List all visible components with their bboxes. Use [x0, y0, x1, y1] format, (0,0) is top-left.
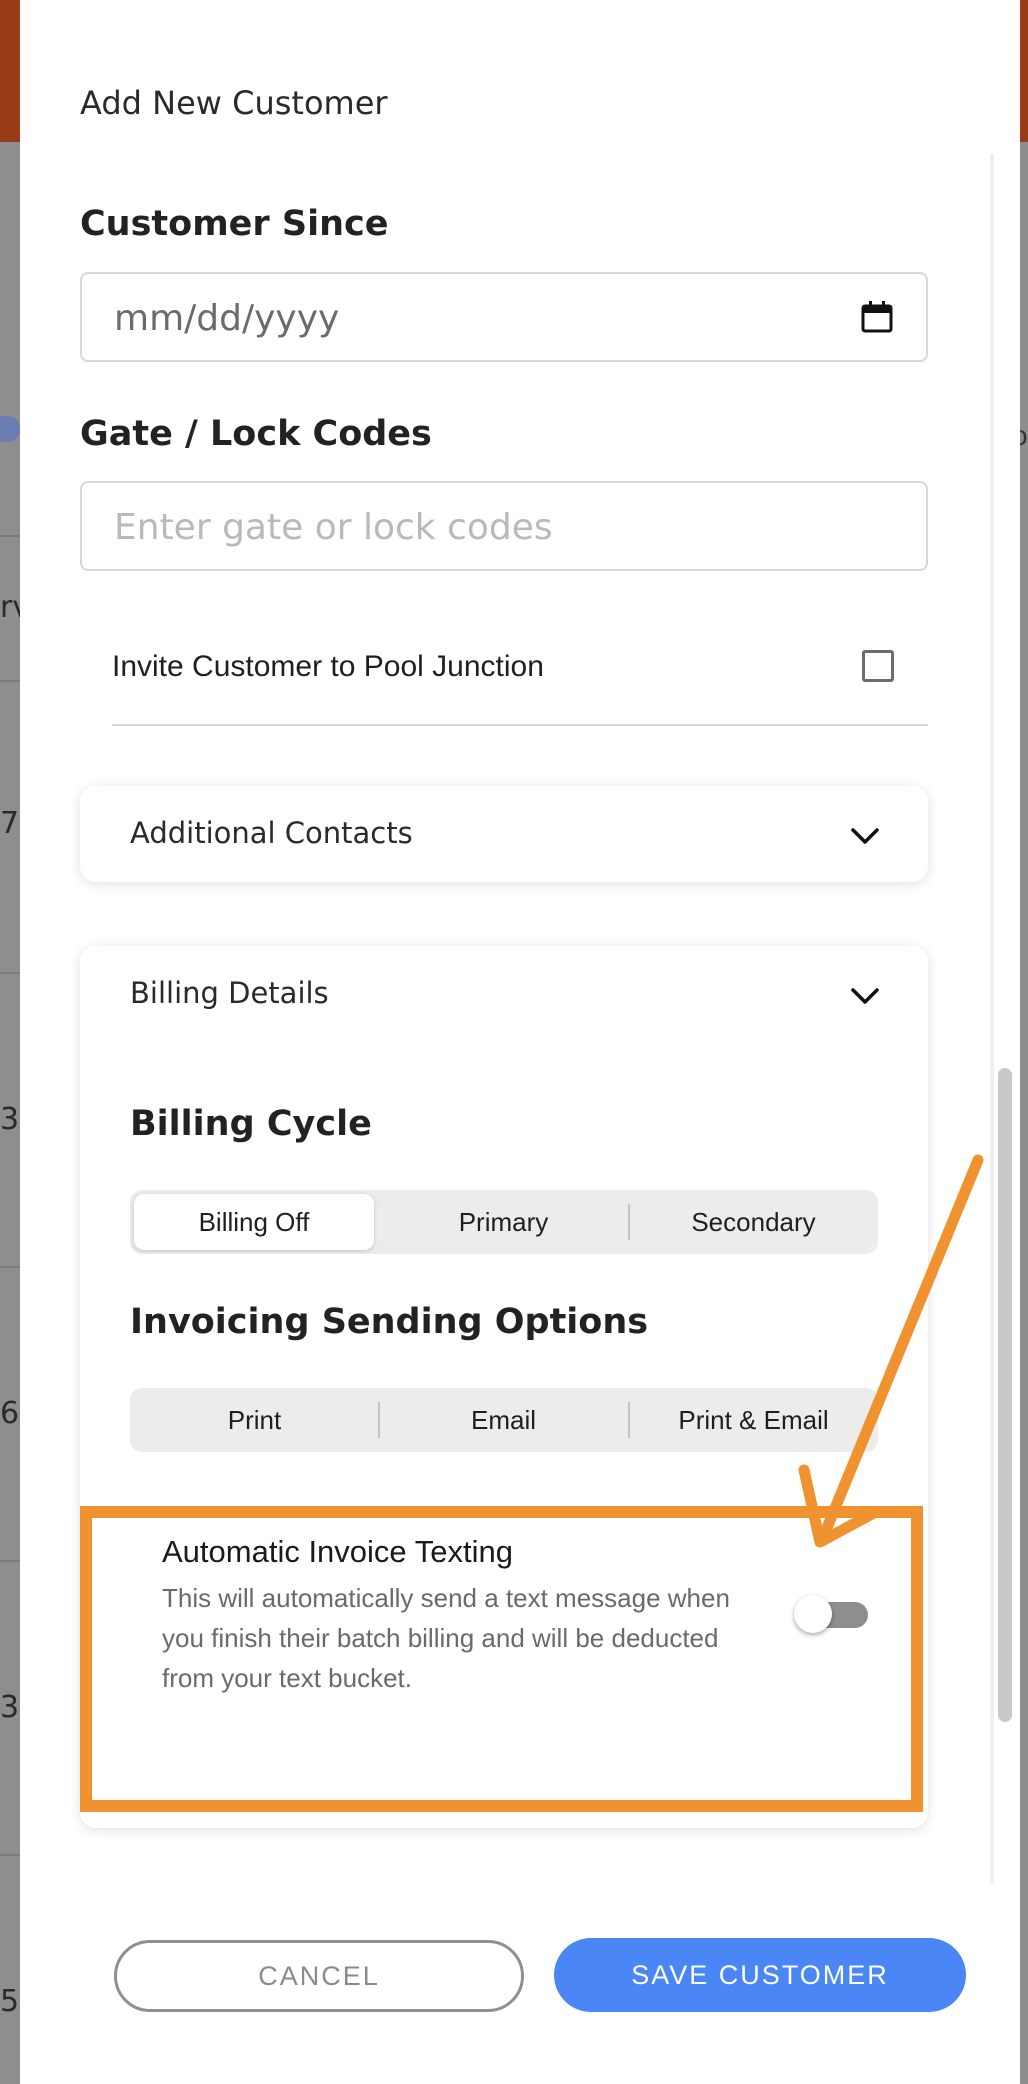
segment-print[interactable]: Print: [130, 1388, 379, 1452]
background-divider: [0, 972, 22, 974]
invite-customer-row: Invite Customer to Pool Junction: [112, 640, 928, 726]
background-text-fragment: 62: [0, 1396, 22, 1431]
additional-contacts-accordion[interactable]: Additional Contacts: [80, 786, 928, 882]
customer-since-label: Customer Since: [80, 204, 389, 244]
chevron-down-icon[interactable]: [850, 826, 880, 846]
additional-contacts-title: Additional Contacts: [130, 816, 413, 850]
background-divider: [0, 1266, 22, 1268]
scrollbar-thumb[interactable]: [998, 1068, 1012, 1722]
gate-codes-input[interactable]: Enter gate or lock codes: [80, 481, 928, 571]
background-text-fragment: 70: [0, 806, 22, 841]
background-divider: [0, 1854, 22, 1856]
invoicing-segmented-control: Print Email Print & Email: [130, 1388, 878, 1452]
chevron-down-icon[interactable]: [850, 986, 880, 1006]
background-text-fragment: 59: [0, 1984, 22, 2019]
background-divider: [0, 680, 22, 682]
cancel-button[interactable]: CANCEL: [114, 1940, 524, 2012]
billing-details-title[interactable]: Billing Details: [130, 976, 329, 1010]
invoicing-options-label: Invoicing Sending Options: [130, 1302, 649, 1342]
annotation-arrow-icon: [798, 1154, 984, 1548]
gate-codes-label: Gate / Lock Codes: [80, 414, 432, 454]
background-text-fragment: rv: [0, 590, 22, 625]
calendar-icon[interactable]: [860, 300, 894, 334]
segment-email[interactable]: Email: [379, 1388, 628, 1452]
invite-customer-label: Invite Customer to Pool Junction: [112, 650, 544, 683]
date-input-value: mm/dd/yyyy: [114, 298, 340, 339]
save-customer-button[interactable]: SAVE CUSTOMER: [554, 1938, 966, 2012]
modal-title: Add New Customer: [80, 84, 388, 122]
background-divider: [0, 1560, 22, 1562]
billing-cycle-segmented-control: Billing Off Primary Secondary: [130, 1190, 878, 1254]
gate-codes-placeholder: Enter gate or lock codes: [114, 507, 553, 548]
background-divider: [0, 535, 22, 537]
billing-cycle-label: Billing Cycle: [130, 1104, 372, 1144]
segment-billing-off[interactable]: Billing Off: [134, 1194, 374, 1250]
scrollbar-track[interactable]: [990, 154, 994, 1884]
background-text-fragment: 36: [0, 1690, 22, 1725]
segment-primary[interactable]: Primary: [379, 1190, 628, 1254]
invite-customer-checkbox[interactable]: [862, 650, 894, 682]
customer-since-date-input[interactable]: mm/dd/yyyy: [80, 272, 928, 362]
background-text-fragment: 30: [0, 1102, 22, 1137]
